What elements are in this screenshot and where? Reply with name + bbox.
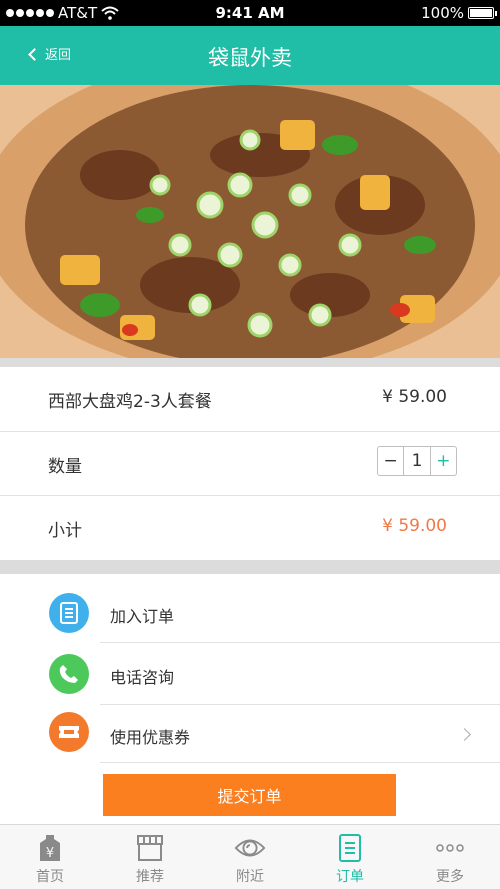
divider bbox=[100, 762, 500, 763]
order-list-icon bbox=[49, 593, 89, 633]
phone-icon bbox=[49, 654, 89, 694]
product-name: 西部大盘鸡2-3人套餐 bbox=[48, 392, 212, 412]
section-divider bbox=[0, 560, 500, 574]
chevron-right-icon bbox=[458, 728, 471, 741]
subtotal-label: 小计 bbox=[48, 521, 82, 541]
tab-recommend[interactable]: 推荐 bbox=[100, 825, 200, 889]
decrease-button[interactable]: − bbox=[378, 447, 403, 475]
banner-carousel[interactable] bbox=[0, 85, 500, 358]
phone-consult-label: 电话咨询 bbox=[110, 668, 175, 687]
increase-button[interactable]: + bbox=[431, 447, 456, 475]
add-to-order-label: 加入订单 bbox=[110, 607, 175, 626]
submit-order-button[interactable]: 提交订单 bbox=[103, 774, 396, 816]
tab-more[interactable]: 更多 bbox=[400, 825, 500, 889]
tab-orders-label: 订单 bbox=[336, 869, 364, 885]
tab-home[interactable]: ¥ 首页 bbox=[0, 825, 100, 889]
tab-orders[interactable]: 订单 bbox=[300, 825, 400, 889]
status-bar: AT&T 9:41 AM 100% bbox=[0, 0, 500, 26]
svg-text:¥: ¥ bbox=[46, 846, 54, 861]
use-coupon-label: 使用优惠券 bbox=[110, 728, 191, 747]
tab-nearby-label: 附近 bbox=[236, 869, 264, 885]
screen: AT&T 9:41 AM 100% 返回 袋鼠外卖 西部大盘鸡2-3人套餐 ¥ … bbox=[0, 0, 500, 889]
tab-nearby[interactable]: 附近 bbox=[200, 825, 300, 889]
food-photo bbox=[0, 85, 500, 358]
tab-more-label: 更多 bbox=[436, 869, 464, 885]
status-right: 100% bbox=[421, 4, 497, 22]
quantity-stepper: − 1 + bbox=[377, 446, 457, 476]
battery-percent: 100% bbox=[421, 4, 464, 22]
eye-icon bbox=[234, 833, 266, 863]
shop-icon bbox=[134, 833, 166, 863]
product-price: ¥ 59.00 bbox=[382, 387, 447, 407]
nav-bar: 返回 袋鼠外卖 bbox=[0, 26, 500, 85]
section-divider bbox=[0, 358, 500, 367]
more-dots-icon bbox=[434, 833, 466, 863]
order-list-icon bbox=[334, 833, 366, 863]
quantity-row: 数量 − 1 + bbox=[0, 432, 500, 496]
quantity-label: 数量 bbox=[48, 457, 82, 477]
battery-icon bbox=[468, 7, 497, 19]
tab-bar: ¥ 首页 推荐 附近 订单 更多 bbox=[0, 824, 500, 889]
tab-recommend-label: 推荐 bbox=[136, 869, 164, 885]
tab-home-label: 首页 bbox=[36, 869, 64, 885]
subtotal-value: ¥ 59.00 bbox=[382, 516, 447, 536]
use-coupon-item[interactable]: 使用优惠券 bbox=[0, 705, 500, 763]
add-to-order-item[interactable]: 加入订单 bbox=[0, 583, 500, 643]
coupon-icon bbox=[49, 712, 89, 752]
page-title: 袋鼠外卖 bbox=[208, 46, 292, 70]
phone-consult-item[interactable]: 电话咨询 bbox=[0, 643, 500, 705]
quantity-value[interactable]: 1 bbox=[403, 447, 431, 475]
subtotal-row: 小计 ¥ 59.00 bbox=[0, 496, 500, 560]
yen-tag-icon: ¥ bbox=[34, 833, 66, 863]
product-row: 西部大盘鸡2-3人套餐 ¥ 59.00 bbox=[0, 367, 500, 432]
